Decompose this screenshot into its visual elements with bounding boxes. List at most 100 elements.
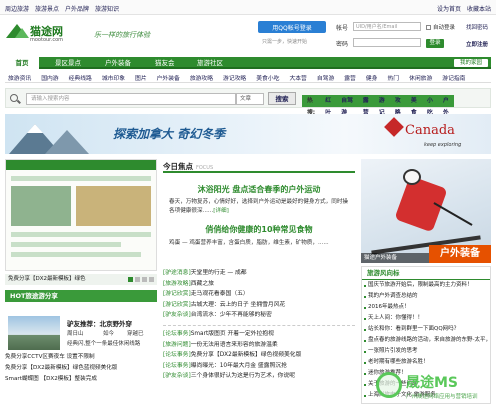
search-type-select[interactable]: 文章 xyxy=(236,93,264,105)
canada-banner[interactable]: 探索加拿大 奇幻冬季 Canada keep exploring xyxy=(5,114,491,154)
news-tag[interactable]: [旅游攻略] xyxy=(163,281,191,287)
news-tag[interactable]: [驴友杂谈] xyxy=(163,312,191,318)
news-title[interactable]: 一份无法用语言来形容的旅游温柔 xyxy=(191,342,278,348)
news-item[interactable]: [旅游问题]一份无法用语言来形容的旅游温柔 xyxy=(163,340,355,351)
nav-community[interactable]: 旅游社区 xyxy=(197,57,223,69)
subnav-item[interactable]: 美食小吃 xyxy=(256,73,279,82)
news-title[interactable]: 天堂里的行走 — 成都 xyxy=(191,270,247,276)
search-input[interactable]: 请输入搜索内容 xyxy=(26,93,236,105)
my-area-button[interactable]: 我的家园 xyxy=(453,59,488,67)
subnav-item[interactable]: 旅游攻略 xyxy=(190,73,213,82)
hot-search-item[interactable]: 自驾游 xyxy=(341,95,358,116)
news-tag[interactable]: [论坛事务] xyxy=(163,352,191,358)
list-item[interactable]: 天上人间：你懂得！！ xyxy=(362,313,490,324)
headline-1[interactable]: 沐浴阳光 盘点适合春季的户外运动 xyxy=(163,184,355,195)
subnav-item[interactable]: 热门 xyxy=(387,73,399,82)
top-link-spots[interactable]: 旅游景点 xyxy=(35,4,59,13)
hot-search-item[interactable]: 游记 xyxy=(379,95,390,116)
qq-login-button[interactable]: 用QQ帐号登录 xyxy=(258,21,326,33)
search-button[interactable]: 搜索 xyxy=(268,92,296,105)
news-item[interactable]: [游记欣赏]走马观花看泰国（五） xyxy=(163,289,355,300)
news-item[interactable]: [驴友杂谈]台湾流水：少年不再能够的秘密 xyxy=(163,310,355,321)
password-input[interactable] xyxy=(353,38,421,47)
hot-search-item[interactable]: 小吃 xyxy=(427,95,438,116)
featured-article[interactable]: 驴友推荐：北京野外穿 周日山 如今 穿越已 经典闪,整个一条最佳休闲线路 xyxy=(5,306,157,350)
news-item[interactable]: [驴途消息]天堂里的行走 — 成都 xyxy=(163,268,355,279)
auto-login-checkbox[interactable]: 自动登录 xyxy=(426,23,455,31)
list-item[interactable]: 国庆节旅游开始后，限制最高的主力资料！ xyxy=(362,280,490,291)
news-tag[interactable]: [驴途消息] xyxy=(163,270,191,276)
nav-scenic[interactable]: 景区景点 xyxy=(55,57,81,69)
nav-club[interactable]: 猫友会 xyxy=(155,57,175,69)
news-title[interactable]: 台湾流水：少年不再能够的秘密 xyxy=(191,312,272,318)
subnav-item[interactable]: 游记指南 xyxy=(442,73,465,82)
news-title[interactable]: 走马观花看泰国（五） xyxy=(191,291,249,297)
slide-dot[interactable] xyxy=(142,277,147,282)
top-link-brands[interactable]: 户外品牌 xyxy=(65,4,89,13)
news-tag[interactable]: [游记欣赏] xyxy=(163,302,191,308)
news-item[interactable]: [论坛事务]免费分享【DX2最新模板】绿色视频美化版 xyxy=(163,350,355,361)
subnav-item[interactable]: 自驾游 xyxy=(317,73,334,82)
news-item[interactable]: [驴友杂谈]三个身体很好认为这是行为艺术，你说呢 xyxy=(163,371,355,382)
subnav-item[interactable]: 城市印象 xyxy=(102,73,125,82)
slideshow-image[interactable] xyxy=(5,159,157,271)
news-tag[interactable]: [驴友杂谈] xyxy=(163,373,191,379)
list-item[interactable]: 2016年最热点！ xyxy=(362,302,490,313)
list-item[interactable]: 我的户外调查总结的 xyxy=(362,291,490,302)
detail-link[interactable]: [详细] xyxy=(213,208,229,214)
news-item[interactable]: [旅游攻略]西藏之旅 xyxy=(163,279,355,290)
news-item[interactable]: [游记欣赏]古城大理：云上的日子 坐拥雪月风花 xyxy=(163,300,355,311)
news-title[interactable]: Smart版图页 开着一定外拉抱视 xyxy=(191,331,274,337)
featured-thumbnail[interactable] xyxy=(8,316,60,350)
news-tag[interactable]: [论坛事务] xyxy=(163,363,191,369)
hot-search-item[interactable]: 攻略 xyxy=(395,95,406,116)
hot-search-item[interactable]: 户外 xyxy=(443,95,454,116)
gear-promo-image[interactable]: 猫途户外装备 户外装备 xyxy=(361,159,491,263)
news-title[interactable]: 曝尚曝光：10年最大月金 盛露照沉抢 xyxy=(191,363,287,369)
subnav-item[interactable]: 休闲旅游 xyxy=(409,73,432,82)
news-title[interactable]: 免费分享【DX2最新模板】绿色视频美化版 xyxy=(191,352,302,358)
list-item[interactable]: 免费分享【DX2最新模板】绿色蓝视频美化版 xyxy=(5,363,157,374)
list-item[interactable]: Smart蝴蝶图 【DX2模板】整装完成 xyxy=(5,374,157,385)
subnav-item[interactable]: 大本营 xyxy=(289,73,306,82)
news-title[interactable]: 古城大理：云上的日子 坐拥雪月风花 xyxy=(191,302,286,308)
list-item[interactable]: 一张照片引发的思考 xyxy=(362,346,490,357)
subnav-item[interactable]: 图片 xyxy=(135,73,147,82)
site-logo[interactable]: 猫途网 mootour.com xyxy=(6,21,74,47)
username-input[interactable]: UID/用户名/Email xyxy=(353,22,421,31)
slide-dot[interactable] xyxy=(128,277,133,282)
nav-gear[interactable]: 户外装备 xyxy=(105,57,131,69)
find-password-link[interactable]: 找回密码 xyxy=(466,23,488,31)
subnav-item[interactable]: 健身 xyxy=(366,73,378,82)
top-link-knowledge[interactable]: 旅游知识 xyxy=(95,4,119,13)
hot-search-item[interactable]: 美食 xyxy=(411,95,422,116)
news-item[interactable]: [论坛事务]曝尚曝光：10年最大月金 盛露照沉抢 xyxy=(163,361,355,372)
subnav-item[interactable]: 游记攻略 xyxy=(223,73,246,82)
news-title[interactable]: 三个身体很好认为这是行为艺术，你说呢 xyxy=(191,373,295,379)
subnav-item[interactable]: 露营 xyxy=(344,73,356,82)
top-link-nearby[interactable]: 周边旅游 xyxy=(5,4,29,13)
login-button[interactable]: 登录 xyxy=(426,39,444,48)
subnav-item[interactable]: 国内游 xyxy=(41,73,58,82)
list-item[interactable]: 免费分享CCTV区赛夜车 设置不限制 xyxy=(5,352,157,363)
news-tag[interactable]: [游记欣赏] xyxy=(163,291,191,297)
nav-home[interactable]: 首页 xyxy=(5,57,39,69)
news-title[interactable]: 西藏之旅 xyxy=(191,281,214,287)
subnav-item[interactable]: 旅游资讯 xyxy=(8,73,31,82)
slide-dot[interactable] xyxy=(135,277,140,282)
news-tag[interactable]: [论坛事务] xyxy=(163,331,191,337)
news-tag[interactable]: [旅游问题] xyxy=(163,342,191,348)
hot-search-item[interactable]: 露营 xyxy=(363,95,374,116)
featured-title[interactable]: 驴友推荐：北京野外穿 xyxy=(67,318,132,328)
slide-dot[interactable] xyxy=(149,277,154,282)
subnav-item[interactable]: 户外装备 xyxy=(157,73,180,82)
set-homepage-link[interactable]: 设为首页 xyxy=(437,4,461,13)
list-item[interactable]: 站长和你：看到群里一下面QQ网吗？ xyxy=(362,324,490,335)
news-item[interactable]: [论坛事务]Smart版图页 开着一定外拉抱视 xyxy=(163,329,355,340)
headline-2[interactable]: 俏俏给你健康的10种常见食物 xyxy=(163,224,355,235)
register-link[interactable]: 立即注册 xyxy=(466,40,488,48)
list-item[interactable]: 盘点春的旅游线路的活动，来自旅游的东野-太平， xyxy=(362,335,490,346)
list-item[interactable]: 老时期有哪些旅游名胜！ xyxy=(362,357,490,368)
hot-search-item[interactable]: 红叶 xyxy=(325,95,336,116)
subnav-item[interactable]: 经典线路 xyxy=(69,73,92,82)
